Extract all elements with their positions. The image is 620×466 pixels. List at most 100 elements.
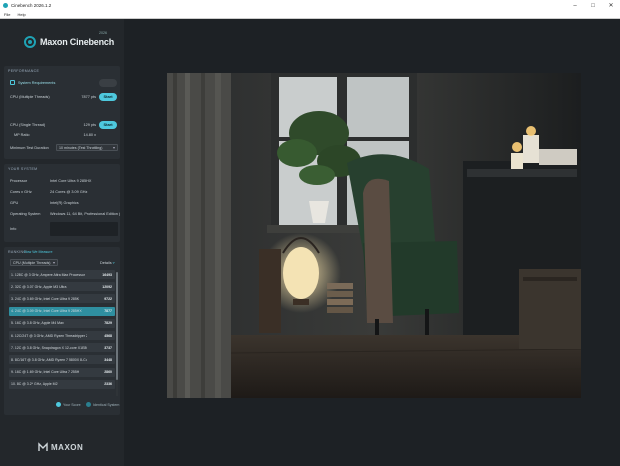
ranking-row-label: 7. 12C @ 3.8 GHz, Snapdragon X 12-core X…	[11, 345, 87, 350]
start-all-button	[99, 78, 117, 87]
ranking-row-label: 8. 8C/16T @ 3.8 GHz, AMD Ryzen 7 5800X 8…	[11, 357, 87, 362]
logo-text: Maxon Cinebench	[40, 37, 115, 47]
min-duration-value: 10 minutes (Test Throttling)	[59, 145, 103, 150]
render-scene-illustration	[167, 73, 581, 398]
min-duration-label: Minimum Test Duration	[10, 145, 49, 150]
ranking-row[interactable]: 2. 32C @ 3.07 GHz, Apple M3 Ultra 12092	[9, 282, 115, 292]
ranking-row-score: 3448	[104, 357, 112, 362]
ranking-row[interactable]: 5. 16C @ 3.8 GHz, Apple M4 Max 7829	[9, 318, 115, 328]
mp-ratio-row: MP Ratio 14.80 x	[10, 130, 118, 139]
cpu-single-label: CPU (Single Thread)	[10, 122, 46, 127]
window-title: Cinebench 2026.1.2	[11, 3, 52, 8]
app-logo: Maxon Cinebench	[24, 36, 114, 48]
ranking-row-score: 3737	[104, 345, 112, 350]
cinebench-logo-icon	[24, 36, 36, 48]
title-bar: Cinebench 2026.1.2 – □ ✕	[0, 0, 620, 11]
chevron-down-icon: ▾	[52, 260, 55, 265]
cores-row: Cores x GHz 24 Cores @ 3.09 GHz	[10, 187, 118, 196]
cpu-single-pts: 129 pts	[83, 122, 96, 127]
ranking-row-label: 2. 32C @ 3.07 GHz, Apple M3 Ultra	[11, 284, 67, 289]
maximize-icon[interactable]: □	[584, 0, 602, 11]
ranking-row[interactable]: 6. 12C/24T @ 3 GHz, AMD Ryzen Threadripp…	[9, 331, 115, 340]
ranking-row-label: 6. 12C/24T @ 3 GHz, AMD Ryzen Threadripp…	[11, 333, 87, 338]
processor-row: Processor Intel Core Ultra 9 285HX	[10, 176, 118, 185]
window-controls: – □ ✕	[566, 0, 620, 11]
maxon-logo-icon	[38, 442, 48, 451]
os-value: Windows 11, 64 Bit, Professional Edition…	[50, 211, 120, 216]
ranking-row-label: 3. 24C @ 3.69 GHz, Intel Core Ultra 9 28…	[11, 296, 80, 301]
render-preview-image	[167, 73, 581, 398]
version-label: 2026	[99, 31, 107, 35]
ranking-row-score: 16493	[102, 272, 112, 277]
ranking-row-score: 2336	[104, 382, 112, 387]
ranking-row-score: 2860	[104, 370, 112, 375]
menu-bar: File Help	[0, 11, 620, 19]
chevron-down-icon: ▾	[112, 145, 115, 150]
info-row: Info	[10, 222, 118, 236]
identical-system-label: Identical System	[93, 402, 120, 407]
minimize-icon[interactable]: –	[566, 0, 584, 11]
legend-identical-system: Identical System	[86, 402, 119, 407]
ranking-row[interactable]: 8. 8C/16T @ 3.8 GHz, AMD Ryzen 7 5800X 8…	[9, 355, 115, 365]
details-label: Details	[100, 261, 112, 265]
os-row: Operating System Windows 11, 64 Bit, Pro…	[10, 209, 120, 218]
info-field[interactable]	[50, 222, 118, 236]
your-system-section: YOUR SYSTEM Processor Intel Core Ultra 9…	[4, 164, 120, 242]
cores-label: Cores x GHz	[10, 189, 32, 194]
ranking-row-label: 10. 8C @ 3.2* GHz, Apple M2	[11, 382, 58, 387]
ranking-row-label: 4. 24C @ 3.09 GHz, Intel Core Ultra 9 28…	[11, 309, 82, 314]
your-system-title: YOUR SYSTEM	[8, 167, 38, 171]
mp-ratio-value: 14.80 x	[83, 132, 96, 137]
performance-title: PERFORMANCE	[8, 69, 40, 73]
close-icon[interactable]: ✕	[602, 0, 620, 11]
identical-system-dot-icon	[86, 402, 91, 407]
app-icon	[3, 3, 8, 8]
cpu-multi-row: CPU (Multiple Threads) 7877 pts Start	[10, 92, 118, 101]
cpu-multi-label: CPU (Multiple Threads)	[10, 94, 50, 99]
maxon-logo: MAXON	[38, 442, 83, 452]
ranking-row-score: 7829	[104, 321, 112, 326]
system-requirements-row[interactable]: System Requirements	[10, 78, 118, 87]
your-score-label: Your Score	[63, 402, 81, 407]
ranking-scrollbar-thumb[interactable]	[116, 272, 118, 380]
processor-label: Processor	[10, 178, 28, 183]
processor-value: Intel Core Ultra 9 285HX	[50, 178, 92, 183]
info-label: Info	[10, 227, 17, 231]
mp-ratio-label: MP Ratio	[14, 132, 30, 137]
cpu-multi-start-button[interactable]: Start	[99, 92, 117, 101]
ranking-row[interactable]: 3. 24C @ 3.69 GHz, Intel Core Ultra 9 28…	[9, 294, 115, 304]
os-label: Operating System	[10, 211, 41, 216]
gpu-value: Intel(R) Graphics	[50, 200, 79, 205]
cpu-single-start-button[interactable]: Start	[99, 120, 117, 129]
cores-value: 24 Cores @ 3.09 GHz	[50, 189, 88, 194]
your-score-dot-icon	[56, 402, 61, 407]
filter-icon: ▿	[112, 261, 115, 265]
ranking-row[interactable]: 4. 24C @ 3.09 GHz, Intel Core Ultra 9 28…	[9, 306, 115, 316]
maxon-brand: MAXON	[51, 442, 84, 452]
menu-file[interactable]: File	[4, 12, 10, 17]
ranking-row-score: 12092	[102, 284, 112, 289]
performance-section: PERFORMANCE System Requirements CPU (Mul…	[4, 66, 120, 159]
cpu-multi-pts: 7877 pts	[81, 94, 96, 99]
menu-help[interactable]: Help	[17, 12, 25, 17]
ranking-row-label: 1. 128C @ 3 GHz, Ampere Altra Max Proces…	[11, 272, 85, 277]
ranking-row[interactable]: 10. 8C @ 3.2* GHz, Apple M2 2336	[9, 379, 115, 389]
gpu-info-row: GPU Intel(R) Graphics	[10, 198, 118, 207]
details-button[interactable]: Details ▿	[100, 260, 115, 265]
ranking-row-score: 4568	[104, 333, 112, 338]
ranking-select-value: CPU (Multiple Threads)	[13, 260, 51, 265]
system-requirements-label: System Requirements	[18, 80, 56, 85]
cpu-single-row: CPU (Single Thread) 129 pts Start	[10, 120, 118, 129]
ranking-row-score: 7877	[104, 309, 112, 314]
how-we-measure-link[interactable]: How We Measure	[24, 250, 53, 254]
legend-your-score: Your Score	[56, 402, 81, 407]
ranking-select[interactable]: CPU (Multiple Threads) ▾	[10, 259, 58, 266]
ranking-row-label: 5. 16C @ 3.8 GHz, Apple M4 Max	[11, 321, 64, 326]
gpu-label: GPU	[10, 200, 19, 205]
system-requirements-checkbox[interactable]	[10, 80, 15, 85]
ranking-row[interactable]: 9. 16C @ 1.69 GHz, Intel Core Ultra 7 25…	[9, 367, 115, 377]
ranking-row[interactable]: 1. 128C @ 3 GHz, Ampere Altra Max Proces…	[9, 270, 115, 279]
min-duration-select[interactable]: 10 minutes (Test Throttling) ▾	[56, 144, 118, 151]
ranking-row[interactable]: 7. 12C @ 3.8 GHz, Snapdragon X 12-core X…	[9, 343, 115, 353]
ranking-row-label: 9. 16C @ 1.69 GHz, Intel Core Ultra 7 25…	[11, 370, 80, 375]
